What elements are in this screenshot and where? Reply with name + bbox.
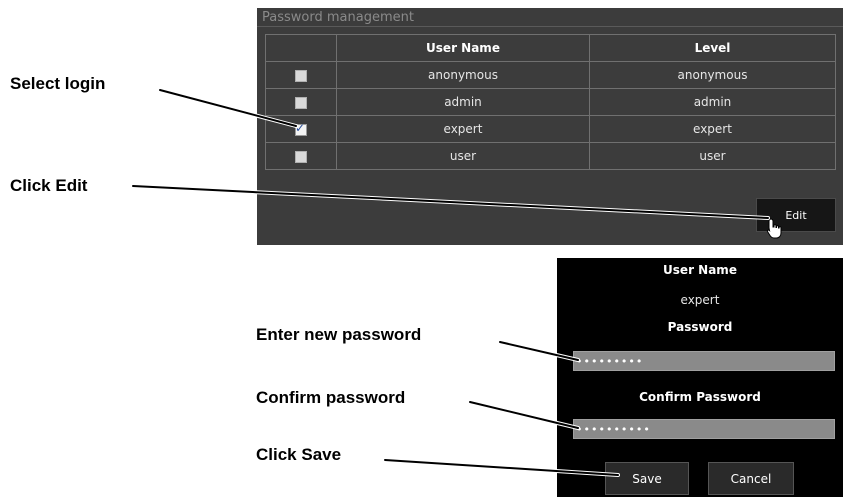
leader-select-login — [159, 89, 297, 127]
leader-click-save — [384, 459, 619, 476]
leader-confirm-password — [469, 401, 579, 429]
leader-enter-new-password — [499, 341, 579, 361]
leader-click-edit — [132, 185, 769, 219]
annotation-leader-lines — [131, 88, 770, 477]
